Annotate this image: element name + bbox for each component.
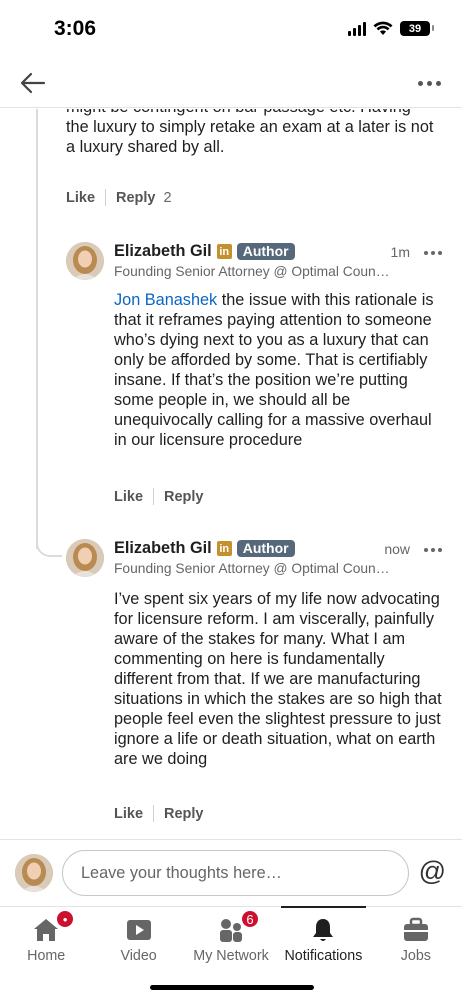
comment-input-bar: @ — [0, 839, 462, 906]
wifi-icon — [373, 21, 393, 35]
thread-line — [36, 109, 38, 549]
battery-icon: 39 — [400, 21, 434, 36]
briefcase-icon — [401, 915, 431, 945]
nav-label: My Network — [193, 948, 269, 964]
bell-icon — [308, 915, 338, 945]
cellular-signal-icon — [348, 21, 366, 36]
divider — [153, 488, 155, 505]
author-badge: Author — [236, 540, 295, 557]
reply-actions: Like Reply — [114, 805, 204, 822]
author-headline: Founding Senior Attorney @ Optimal Coun… — [114, 561, 390, 576]
comment-body: the issue with this rationale is that it… — [114, 291, 434, 449]
reply-button[interactable]: Reply — [116, 190, 156, 206]
network-icon: 6 — [216, 909, 261, 945]
reply-header: Elizabeth Gil in Author — [114, 539, 295, 558]
more-options-button[interactable] — [414, 68, 444, 98]
network-badge: 6 — [240, 909, 261, 929]
reply-button[interactable]: Reply — [164, 489, 204, 505]
comment-time: now — [384, 541, 410, 557]
avatar — [15, 854, 53, 892]
home-indicator — [150, 985, 314, 990]
parent-comment-text: might be contingent on bar passage etc. … — [66, 109, 434, 156]
arrow-left-icon — [20, 72, 46, 94]
comment-input[interactable] — [62, 850, 409, 896]
nav-label: Video — [120, 948, 157, 964]
reply-comment: Elizabeth Gil in Author now Founding Sen… — [66, 537, 446, 827]
nav-label: Notifications — [284, 948, 363, 964]
divider — [153, 805, 155, 822]
video-icon — [124, 915, 154, 945]
author-name[interactable]: Elizabeth Gil — [114, 242, 212, 261]
nav-label: Jobs — [400, 948, 431, 964]
author-badge: Author — [236, 243, 295, 260]
comment-more-button[interactable] — [424, 251, 442, 255]
parent-comment-actions: Like Reply 2 — [66, 189, 172, 206]
reply-button[interactable]: Reply — [164, 806, 204, 822]
nav-jobs[interactable]: Jobs — [370, 907, 462, 1000]
more-horizontal-icon — [424, 548, 428, 552]
reply-actions: Like Reply — [114, 488, 204, 505]
divider — [105, 189, 107, 206]
thread-connector — [36, 529, 62, 557]
status-indicators: 39 — [348, 21, 434, 36]
status-bar: 3:06 39 — [0, 0, 462, 58]
top-nav — [0, 58, 462, 108]
nav-home[interactable]: • Home — [0, 907, 92, 1000]
mention-link[interactable]: Jon Banashek — [114, 291, 217, 309]
status-time: 3:06 — [54, 17, 97, 40]
reply-comment: Elizabeth Gil in Author 1m Founding Seni… — [66, 240, 446, 510]
like-button[interactable]: Like — [114, 806, 143, 822]
more-horizontal-icon — [417, 80, 423, 86]
author-name[interactable]: Elizabeth Gil — [114, 539, 212, 558]
avatar[interactable] — [66, 539, 104, 577]
home-icon: • — [31, 909, 76, 945]
like-button[interactable]: Like — [66, 190, 95, 206]
mention-button[interactable]: @ — [419, 856, 446, 887]
comment-more-button[interactable] — [424, 548, 442, 552]
avatar[interactable] — [66, 242, 104, 280]
comment-text: I’ve spent six years of my life now advo… — [114, 590, 442, 768]
comment-text: Jon Banashek the issue with this rationa… — [114, 290, 446, 450]
reply-header: Elizabeth Gil in Author — [114, 242, 295, 261]
reply-count[interactable]: 2 — [164, 190, 172, 206]
nav-label: Home — [27, 948, 66, 964]
comment-time: 1m — [390, 244, 410, 260]
linkedin-premium-icon: in — [216, 541, 232, 556]
author-headline: Founding Senior Attorney @ Optimal Coun… — [114, 264, 390, 279]
comments-thread: might be contingent on bar passage etc. … — [0, 109, 462, 839]
linkedin-premium-icon: in — [216, 244, 232, 259]
like-button[interactable]: Like — [114, 489, 143, 505]
more-horizontal-icon — [424, 251, 428, 255]
back-button[interactable] — [18, 68, 48, 98]
notification-dot: • — [55, 909, 76, 929]
